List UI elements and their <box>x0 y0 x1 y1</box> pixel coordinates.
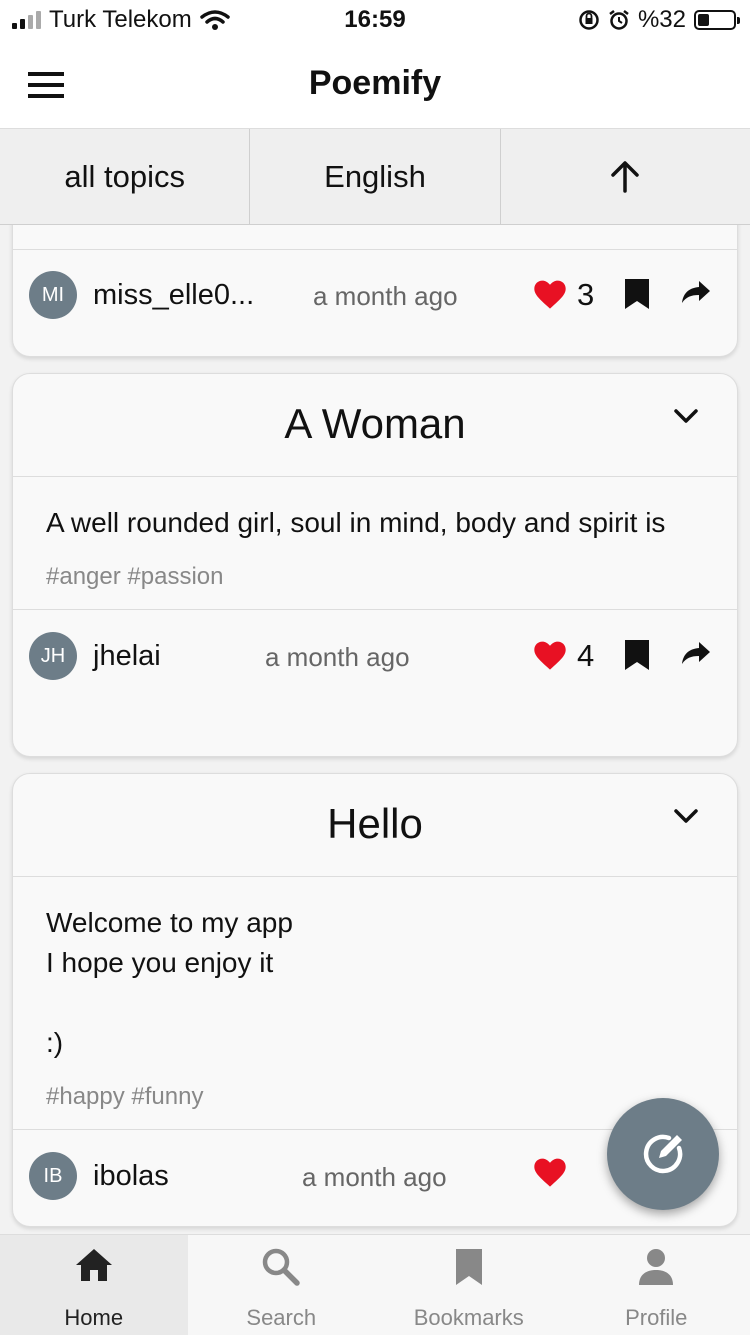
poem-tags[interactable]: #anger #passion <box>46 563 704 591</box>
nav-home[interactable]: Home <box>0 1235 188 1335</box>
like-button[interactable] <box>533 1158 567 1188</box>
home-icon <box>74 1247 114 1283</box>
card-header[interactable]: Hello <box>13 774 737 877</box>
poem-text: A well rounded girl, soul in mind, body … <box>46 503 704 543</box>
poem-title: Hello <box>13 800 737 848</box>
share-button[interactable] <box>681 640 711 671</box>
sort-button[interactable] <box>501 129 750 224</box>
avatar[interactable]: MI <box>29 271 77 319</box>
bookmark-icon <box>453 1247 485 1287</box>
bookmark-button[interactable] <box>623 277 651 316</box>
avatar[interactable]: JH <box>29 632 77 680</box>
post-time: a month ago <box>265 642 410 673</box>
share-icon <box>681 279 711 305</box>
status-bar: Turk Telekom 16:59 %32 <box>0 0 750 42</box>
nav-search-label: Search <box>188 1305 376 1331</box>
poem-feed[interactable]: MI miss_elle0... a month ago 3 A Woman A… <box>0 224 750 1234</box>
like-count: 4 <box>577 638 594 674</box>
share-button[interactable] <box>681 279 711 310</box>
nav-profile[interactable]: Profile <box>563 1235 750 1335</box>
orientation-lock-icon <box>578 9 600 31</box>
nav-home-label: Home <box>0 1305 188 1331</box>
nav-profile-label: Profile <box>563 1305 750 1331</box>
post-time: a month ago <box>302 1162 447 1193</box>
poem-card: MI miss_elle0... a month ago 3 <box>12 224 738 357</box>
card-body: Welcome to my app I hope you enjoy it :)… <box>13 877 737 1130</box>
app-bar: Poemify <box>0 42 750 129</box>
author-name[interactable]: ibolas <box>93 1160 169 1193</box>
nav-bookmarks[interactable]: Bookmarks <box>375 1235 563 1335</box>
share-icon <box>681 640 711 666</box>
card-body: A well rounded girl, soul in mind, body … <box>13 477 737 610</box>
heart-icon <box>533 280 567 310</box>
poem-title: A Woman <box>13 400 737 448</box>
avatar[interactable]: IB <box>29 1152 77 1200</box>
nav-search[interactable]: Search <box>188 1235 376 1335</box>
poem-text: Welcome to my app I hope you enjoy it :) <box>46 903 704 1063</box>
nav-bookmarks-label: Bookmarks <box>375 1305 563 1331</box>
like-count: 3 <box>577 277 594 313</box>
filter-bar: all topics English <box>0 129 750 225</box>
battery-percent: %32 <box>638 6 686 34</box>
like-button[interactable]: 4 <box>533 638 594 674</box>
bookmark-icon <box>623 277 651 311</box>
bottom-navigation: Home Search Bookmarks Profile <box>0 1234 750 1335</box>
app-title: Poemify <box>0 64 750 103</box>
bookmark-icon <box>623 638 651 672</box>
poem-tags[interactable]: #happy #funny <box>46 1083 704 1111</box>
compose-button[interactable] <box>607 1098 719 1210</box>
author-name[interactable]: miss_elle0... <box>93 279 254 312</box>
heart-icon <box>533 1158 567 1188</box>
author-name[interactable]: jhelai <box>93 640 161 673</box>
alarm-icon <box>608 9 630 31</box>
edit-icon <box>639 1130 687 1178</box>
battery-icon <box>694 10 736 30</box>
like-button[interactable]: 3 <box>533 277 594 313</box>
card-footer: JH jhelai a month ago 4 <box>13 610 737 702</box>
bookmark-button[interactable] <box>623 638 651 677</box>
heart-icon <box>533 641 567 671</box>
language-filter-button[interactable]: English <box>250 129 500 224</box>
battery-fill <box>698 14 709 26</box>
chevron-down-icon[interactable] <box>673 408 699 424</box>
search-icon <box>261 1247 301 1287</box>
card-header[interactable]: A Woman <box>13 374 737 477</box>
status-right: %32 <box>578 6 736 34</box>
person-icon <box>637 1247 675 1287</box>
chevron-down-icon[interactable] <box>673 808 699 824</box>
post-time: a month ago <box>313 281 458 312</box>
card-footer: MI miss_elle0... a month ago 3 <box>13 249 737 341</box>
arrow-up-icon <box>607 159 643 195</box>
topic-filter-button[interactable]: all topics <box>0 129 250 224</box>
poem-card: A Woman A well rounded girl, soul in min… <box>12 373 738 757</box>
